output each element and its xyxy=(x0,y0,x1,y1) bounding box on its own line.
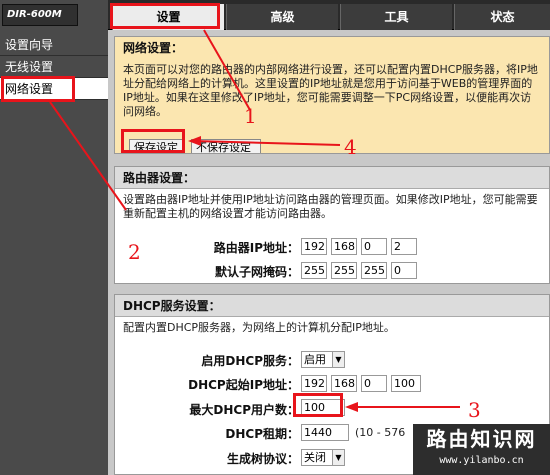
dhcp-lease-input[interactable]: 1440 xyxy=(301,424,349,441)
dhcp-settings-description: 配置内置DHCP服务器，为网络上的计算机分配IP地址。 xyxy=(123,321,395,334)
chevron-down-icon: ▼ xyxy=(332,352,344,367)
dhcp-enable-value: 启用 xyxy=(304,353,326,366)
dhcp-start-ip-octet-1[interactable]: 192 xyxy=(301,375,327,392)
sidebar-item-network-settings[interactable]: 网络设置 xyxy=(0,78,108,100)
dhcp-max-users-label: 最大DHCP用户数： xyxy=(189,403,299,417)
subnet-mask-label: 默认子网掩码： xyxy=(214,265,299,279)
router-ip-octet-1[interactable]: 192 xyxy=(301,238,327,255)
tab-tools[interactable]: 工具 xyxy=(340,4,452,30)
main-content: 网络设置： 本页面可以对您的路由器的内部网络进行设置，还可以配置内置DHCP服务… xyxy=(108,30,550,475)
dhcp-lease-label: DHCP租期： xyxy=(225,427,299,441)
dhcp-max-users-input[interactable]: 100 xyxy=(301,399,345,416)
chevron-down-icon: ▼ xyxy=(332,450,344,465)
left-sidebar: DIR-600M 设置向导 无线设置 网络设置 xyxy=(0,0,108,475)
router-settings-title: 路由器设置： xyxy=(115,167,549,189)
subnet-mask-octet-2[interactable]: 255 xyxy=(331,262,357,279)
router-settings-panel: 路由器设置： 设置路由器IP地址并使用IP地址访问路由器的管理页面。如果修改IP… xyxy=(114,166,550,284)
top-navigation: 设置 高级 工具 状态 xyxy=(108,0,550,30)
dhcp-enable-label: 启用DHCP服务： xyxy=(201,354,299,368)
tab-status[interactable]: 状态 xyxy=(454,4,550,30)
dhcp-lease-hint: (10 - 576 xyxy=(355,426,406,439)
router-settings-description: 设置路由器IP地址并使用IP地址访问路由器的管理页面。如果修改IP地址，您可能需… xyxy=(123,193,538,220)
network-settings-description: 本页面可以对您的路由器的内部网络进行设置，还可以配置内置DHCP服务器，将IP地… xyxy=(123,63,538,118)
network-settings-panel: 网络设置： 本页面可以对您的路由器的内部网络进行设置，还可以配置内置DHCP服务… xyxy=(114,36,550,154)
subnet-mask-octet-1[interactable]: 255 xyxy=(301,262,327,279)
network-settings-title: 网络设置： xyxy=(115,37,549,59)
router-ip-octet-3[interactable]: 0 xyxy=(361,238,387,255)
watermark: 路由知识网 www.yilanbo.cn xyxy=(413,424,550,475)
sidebar-item-setup-wizard[interactable]: 设置向导 xyxy=(0,34,108,56)
stp-select[interactable]: 关闭 ▼ xyxy=(301,449,345,466)
dhcp-start-ip-octet-4[interactable]: 100 xyxy=(391,375,421,392)
tab-setup[interactable]: 设置 xyxy=(112,4,224,30)
subnet-mask-octet-4[interactable]: 0 xyxy=(391,262,417,279)
dhcp-enable-select[interactable]: 启用 ▼ xyxy=(301,351,345,368)
dhcp-start-ip-label: DHCP起始IP地址： xyxy=(188,378,299,392)
dont-save-settings-button[interactable]: 不保存设定 xyxy=(191,139,261,153)
router-ip-label: 路由器IP地址： xyxy=(213,241,299,255)
stp-value: 关闭 xyxy=(304,451,326,464)
dhcp-settings-title: DHCP服务设置： xyxy=(115,295,549,317)
sidebar-item-wireless-settings[interactable]: 无线设置 xyxy=(0,56,108,78)
router-ip-octet-2[interactable]: 168 xyxy=(331,238,357,255)
stp-label: 生成树协议： xyxy=(226,452,299,466)
watermark-url: www.yilanbo.cn xyxy=(439,455,524,466)
tab-advanced[interactable]: 高级 xyxy=(226,4,338,30)
watermark-title: 路由知识网 xyxy=(426,427,537,451)
router-ip-octet-4[interactable]: 2 xyxy=(391,238,417,255)
dhcp-start-ip-octet-3[interactable]: 0 xyxy=(361,375,387,392)
model-logo: DIR-600M xyxy=(2,4,78,26)
dhcp-start-ip-octet-2[interactable]: 168 xyxy=(331,375,357,392)
save-settings-button[interactable]: 保存设定 xyxy=(129,139,185,153)
subnet-mask-octet-3[interactable]: 255 xyxy=(361,262,387,279)
